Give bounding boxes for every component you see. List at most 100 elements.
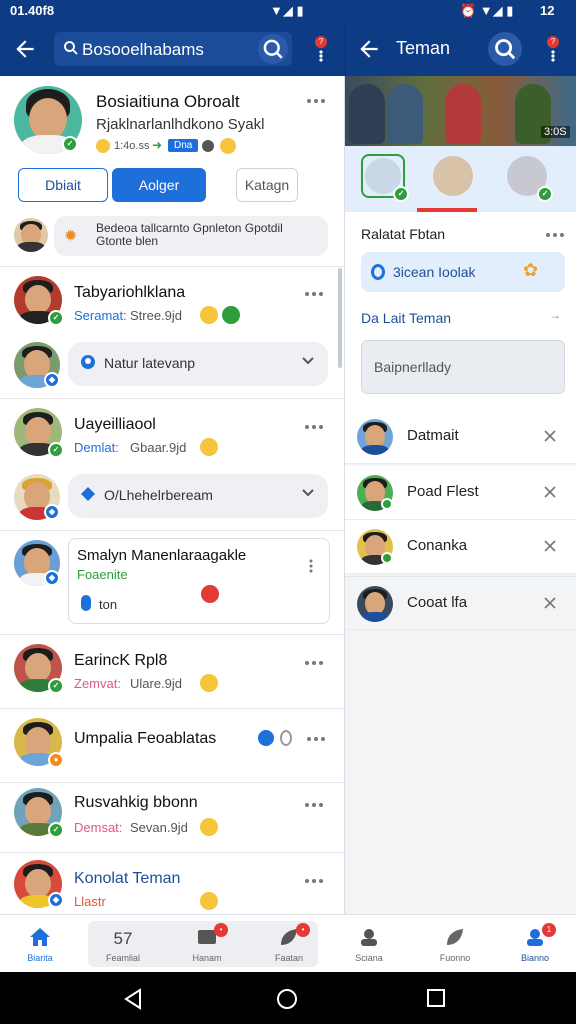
profile-action-button-3[interactable]: Katagn	[236, 168, 298, 202]
notice-card[interactable]: ✹ Bedeoa tallcarnto Gpnleton Gpotdil Gto…	[54, 216, 328, 256]
people-icon	[361, 929, 377, 946]
suggestion-row[interactable]: Cooat lfa	[345, 576, 576, 630]
suggestion-row[interactable]: Datmait	[345, 410, 576, 464]
more-options-icon[interactable]	[304, 878, 324, 884]
nav-feed[interactable]: Fuonno	[424, 915, 486, 973]
search-button[interactable]	[258, 34, 288, 64]
reaction-icon	[201, 585, 219, 603]
online-badge	[381, 498, 393, 510]
search-text: Bosooelhabams	[82, 40, 204, 59]
alert-dot: ?	[315, 36, 327, 48]
right-app-bar: Teman ?	[345, 22, 576, 76]
friend-name[interactable]: Uayeilliaool	[74, 416, 156, 434]
nav-profile[interactable]: 1 Bianno	[504, 915, 566, 973]
suggestion-row[interactable]: Poad Flest	[345, 466, 576, 520]
close-icon[interactable]	[543, 539, 557, 553]
friend-card[interactable]: Smalyn Manenlaraagakle Foaenite ton	[68, 538, 330, 624]
friend-name[interactable]: Rusvahkig bbonn	[74, 794, 198, 812]
search-input[interactable]: Bosooelhabams	[54, 32, 292, 66]
online-badge: ✓	[48, 822, 64, 838]
friend-sub-label: Demsat:	[74, 820, 123, 835]
diamond-icon	[81, 487, 95, 501]
back-arrow-icon[interactable]	[12, 36, 38, 62]
friend-sub-value: Gbaar.9jd	[130, 440, 187, 455]
system-navigation	[0, 972, 576, 1024]
suggestion-name: Poad Flest	[407, 483, 479, 500]
profile-subtitle: Rjaklnarlanlhdkono Syakl	[96, 116, 265, 133]
pin-icon	[81, 595, 91, 611]
page-title: Teman	[396, 38, 451, 58]
suggestion-name: Datmait	[407, 427, 459, 444]
close-icon[interactable]	[543, 596, 557, 610]
see-all-link[interactable]: Da Lait Teman	[361, 310, 451, 326]
status-badge: ●	[48, 752, 64, 768]
more-options-icon[interactable]	[304, 291, 324, 297]
relationship-dropdown[interactable]: Natur latevanp	[68, 342, 328, 386]
nav-friends[interactable]: 57 Feamlial	[92, 915, 154, 973]
relationship-dropdown[interactable]: O/Lhehelrbeream	[68, 474, 328, 518]
emoji-icon	[200, 818, 218, 836]
more-options-icon[interactable]	[304, 802, 324, 808]
section-title: Ralatat Fbtan	[361, 226, 446, 242]
search-chip-text: 3icean Ioolak	[393, 264, 476, 280]
close-icon[interactable]	[543, 485, 557, 499]
nav-home[interactable]: Biarita	[10, 915, 70, 973]
friend-sub-label: Llastr	[74, 894, 106, 909]
profile-action-button-2[interactable]: Aolger	[112, 168, 206, 202]
search-chip[interactable]: 3icean Ioolak ✿	[361, 252, 565, 292]
notification-menu-icon[interactable]: ?	[544, 36, 564, 62]
more-options-icon[interactable]	[304, 424, 324, 430]
friend-sub-value: Sevan.9jd	[130, 820, 188, 835]
search-icon	[64, 41, 78, 55]
search-button[interactable]	[488, 32, 522, 66]
notice-text: Bedeoa tallcarnto Gpnleton Gpotdil Gtont…	[96, 221, 283, 248]
nav-groups[interactable]: Sciana	[338, 915, 400, 973]
back-triangle-icon[interactable]	[122, 988, 144, 1010]
home-circle-icon[interactable]	[276, 988, 298, 1010]
friend-name[interactable]: Konolat Teman	[74, 870, 180, 888]
close-icon[interactable]	[543, 429, 557, 443]
profile-action-button-1[interactable]: Dbiait	[18, 168, 108, 202]
emoji-icon	[96, 139, 110, 153]
more-options-icon[interactable]	[545, 232, 565, 238]
status-time-right: 12	[540, 3, 555, 18]
status-badge: ◆	[48, 892, 64, 908]
friend-name[interactable]: EarincK Rpl8	[74, 652, 167, 670]
more-options-icon[interactable]	[306, 98, 326, 104]
suggestion-name: Cooat lfa	[407, 594, 468, 611]
emoji-icon	[200, 892, 218, 910]
suggestion-row[interactable]: Conanka	[345, 520, 576, 574]
more-options-icon[interactable]	[306, 736, 326, 742]
dropdown-value: O/Lhehelrbeream	[104, 487, 213, 503]
more-options-icon[interactable]	[304, 660, 324, 666]
online-badge: ✓	[62, 136, 78, 152]
scrollbar[interactable]	[338, 268, 342, 368]
nav-messages[interactable]: • Hanam	[176, 915, 238, 973]
chevron-down-icon	[302, 357, 314, 365]
nav-label: Fuonno	[439, 953, 471, 963]
recents-square-icon[interactable]	[426, 988, 446, 1008]
friend-name[interactable]: Umpalia Feoablatas	[74, 730, 216, 748]
nav-posts[interactable]: • Faatan	[258, 915, 320, 973]
sun-icon: ✹	[64, 228, 78, 245]
alert-dot: ?	[547, 36, 559, 48]
message-input[interactable]: Baipnerllady	[361, 340, 565, 394]
friend-name[interactable]: Tabyariohlklana	[74, 284, 185, 302]
notice-avatar	[14, 218, 48, 252]
friend-suggestions-pane: 3:0S ✓ ✓ Ralatat Fbtan 3icean Ioolak ✿ D…	[345, 76, 576, 914]
arrow-icon: ➜	[152, 138, 163, 152]
search-icon	[263, 39, 283, 59]
location-icon	[371, 264, 385, 280]
back-arrow-icon[interactable]	[356, 36, 382, 62]
friends-list-pane: ✓ Bosiaitiuna Obroalt Rjaklnarlanlhdkono…	[0, 76, 345, 914]
more-options-icon[interactable]	[309, 559, 313, 573]
arrow-right-icon[interactable]: →	[549, 308, 561, 322]
notification-menu-icon[interactable]: ?	[312, 36, 332, 62]
online-badge: ✓	[393, 186, 409, 202]
photo-label: 3:0S	[541, 126, 570, 138]
emoji-icon	[220, 138, 236, 154]
tab-friend-2[interactable]	[433, 156, 473, 196]
friend-sub-label: Zemvat:	[74, 676, 121, 691]
nav-count: 57	[113, 929, 133, 948]
chat-icon	[222, 306, 240, 324]
